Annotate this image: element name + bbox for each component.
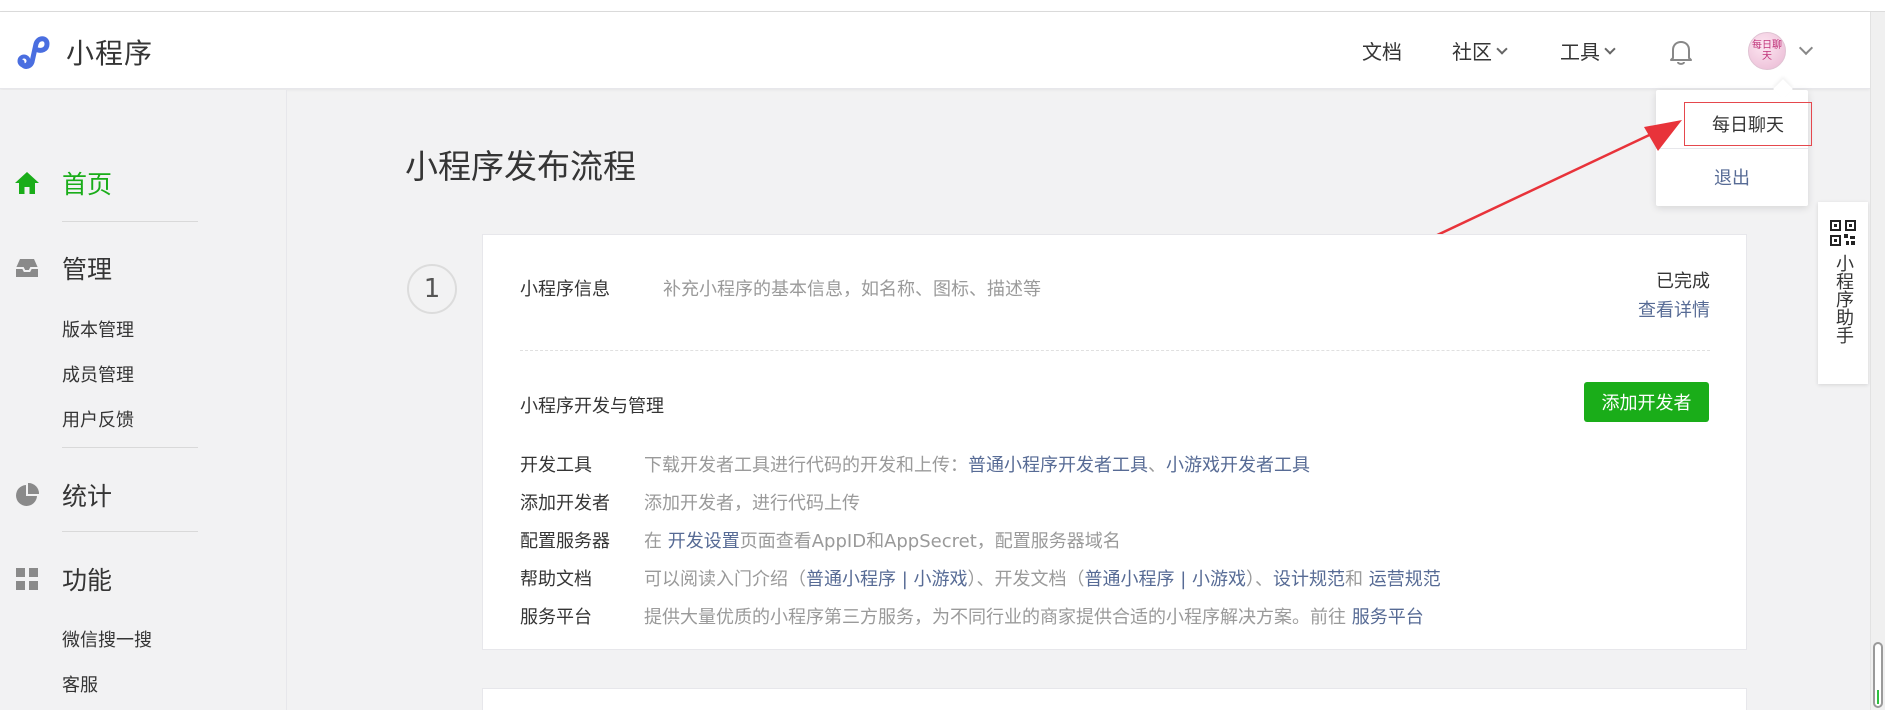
list-item: 配置服务器 在 开发设置页面查看AppID和AppSecret，配置服务器域名 (520, 521, 1441, 559)
browser-top-bar (0, 0, 1885, 12)
helper-label: 小程序助手 (1833, 254, 1854, 344)
grid-icon (16, 568, 38, 590)
sidebar-item-manage[interactable]: 管理 (14, 250, 112, 286)
chevron-down-icon (1496, 42, 1508, 55)
operation-guide-link[interactable]: 运营规范 (1369, 569, 1441, 590)
sidebar-divider (62, 221, 198, 222)
docs-minigame-link[interactable]: 小游戏 (1192, 569, 1246, 590)
list-item: 开发工具 下载开发者工具进行代码的开发和上传：普通小程序开发者工具、小游戏开发者… (520, 445, 1441, 483)
view-detail-link[interactable]: 查看详情 (1638, 296, 1710, 322)
sidebar-divider (62, 447, 198, 448)
step-number: 1 (407, 264, 457, 314)
nav-community-label: 社区 (1452, 40, 1492, 64)
intro-minigame-link[interactable]: 小游戏 (914, 569, 968, 590)
scrollbar-thumb[interactable] (1873, 642, 1883, 708)
row-text-part: ）、 (1246, 569, 1274, 590)
sidebar-item-home[interactable]: 首页 (14, 165, 112, 201)
dev-info-list: 开发工具 下载开发者工具进行代码的开发和上传：普通小程序开发者工具、小游戏开发者… (520, 445, 1441, 635)
dev-settings-link[interactable]: 开发设置 (668, 531, 740, 552)
list-item: 帮助文档 可以阅读入门介绍（普通小程序 | 小游戏）、开发文档（普通小程序 | … (520, 559, 1441, 597)
sidebar-item-stats[interactable]: 统计 (14, 477, 112, 513)
add-developer-button[interactable]: 添加开发者 (1584, 382, 1709, 422)
pie-chart-icon (16, 482, 40, 506)
row-text: 可以阅读入门介绍（普通小程序 | 小游戏）、开发文档（普通小程序 | 小游戏）、… (644, 565, 1441, 591)
minigame-devtool-link[interactable]: 小游戏开发者工具 (1166, 455, 1310, 476)
design-guide-link[interactable]: 设计规范 (1273, 569, 1345, 590)
row-key: 帮助文档 (520, 569, 592, 590)
dropdown-divider (1656, 148, 1808, 149)
row-text-part: 提供大量优质的小程序第三方服务，为不同行业的商家提供合适的小程序解决方案。前往 (644, 607, 1352, 628)
inbox-icon (16, 259, 38, 277)
sidebar-item-label: 功能 (62, 566, 113, 595)
sidebar-item-wechat-search[interactable]: 微信搜一搜 (62, 626, 152, 652)
row-text-part: 页面查看AppID和AppSecret，配置服务器域名 (739, 531, 1121, 552)
miniprogram-devtool-link[interactable]: 普通小程序开发者工具 (968, 455, 1148, 476)
qrcode-icon (1830, 220, 1856, 246)
next-step-card (482, 688, 1747, 710)
dropdown-username[interactable]: 每日聊天 (1684, 102, 1812, 146)
page-scrollbar[interactable] (1870, 12, 1885, 710)
page-title: 小程序发布流程 (405, 147, 636, 186)
top-header: 小程序 文档 社区 工具 每日聊天 (0, 12, 1870, 89)
brand[interactable]: 小程序 (14, 32, 153, 72)
row-text-part: 和 (1345, 569, 1369, 590)
docs-miniprogram-link[interactable]: 普通小程序 (1085, 569, 1175, 590)
row-text-part: 在 (644, 531, 668, 552)
status-badge: 已完成 (1656, 271, 1710, 292)
row-text-part: ）、开发文档（ (967, 569, 1085, 590)
dashed-divider (520, 350, 1710, 351)
sidebar-item-label: 管理 (62, 255, 113, 284)
brand-name: 小程序 (66, 37, 154, 70)
chevron-down-icon (1604, 42, 1616, 55)
chevron-down-icon[interactable] (1798, 40, 1814, 56)
sidebar-item-feedback[interactable]: 用户反馈 (62, 406, 134, 432)
nav-tools[interactable]: 工具 (1560, 36, 1616, 65)
sidebar-item-features[interactable]: 功能 (14, 561, 112, 597)
nav-community[interactable]: 社区 (1452, 36, 1508, 65)
nav-docs[interactable]: 文档 (1362, 36, 1402, 65)
bell-icon[interactable] (1668, 38, 1694, 66)
miniprogram-logo-icon (17, 36, 50, 69)
account-dropdown: 每日聊天 退出 (1656, 90, 1812, 206)
logout-link[interactable]: 退出 (1656, 164, 1808, 190)
sidebar-item-label: 统计 (62, 482, 113, 511)
dev-title: 小程序开发与管理 (520, 396, 664, 417)
row-key: 添加开发者 (520, 493, 610, 514)
list-item: 添加开发者 添加开发者，进行代码上传 (520, 483, 1441, 521)
nav-tools-label: 工具 (1560, 40, 1600, 64)
row-text-part: 下载开发者工具进行代码的开发和上传： (644, 455, 968, 476)
row-text-part: | (1174, 569, 1193, 590)
publish-step-card: 小程序信息 补充小程序的基本信息，如名称、图标、描述等 已完成 查看详情 小程序… (482, 234, 1747, 650)
row-key: 服务平台 (520, 607, 592, 628)
intro-miniprogram-link[interactable]: 普通小程序 (806, 569, 896, 590)
row-text: 添加开发者，进行代码上传 (644, 493, 860, 514)
row-text: 提供大量优质的小程序第三方服务，为不同行业的商家提供合适的小程序解决方案。前往 … (644, 603, 1424, 629)
row-key: 配置服务器 (520, 531, 610, 552)
row-text-part: 可以阅读入门介绍（ (644, 569, 806, 590)
miniprogram-helper[interactable]: 小程序助手 (1818, 202, 1868, 384)
avatar[interactable]: 每日聊天 (1748, 32, 1786, 70)
row-text-part: 、 (1148, 455, 1166, 476)
sidebar: 首页 管理 版本管理 成员管理 用户反馈 统计 功能 微信搜一搜 客服 (0, 90, 287, 710)
sidebar-item-label: 首页 (62, 170, 113, 199)
home-icon (15, 172, 39, 194)
row-text-part: | (896, 569, 914, 590)
info-desc: 补充小程序的基本信息，如名称、图标、描述等 (663, 279, 1041, 300)
nav-docs-label: 文档 (1362, 40, 1402, 64)
service-platform-link[interactable]: 服务平台 (1352, 607, 1424, 628)
row-text: 在 开发设置页面查看AppID和AppSecret，配置服务器域名 (644, 527, 1121, 553)
sidebar-item-version[interactable]: 版本管理 (62, 316, 134, 342)
row-key: 开发工具 (520, 455, 592, 476)
sidebar-divider (62, 531, 198, 532)
list-item: 服务平台 提供大量优质的小程序第三方服务，为不同行业的商家提供合适的小程序解决方… (520, 597, 1441, 635)
sidebar-item-members[interactable]: 成员管理 (62, 361, 134, 387)
sidebar-item-customer-service[interactable]: 客服 (62, 671, 98, 697)
info-title: 小程序信息 (520, 279, 610, 300)
row-text: 下载开发者工具进行代码的开发和上传：普通小程序开发者工具、小游戏开发者工具 (644, 451, 1310, 477)
